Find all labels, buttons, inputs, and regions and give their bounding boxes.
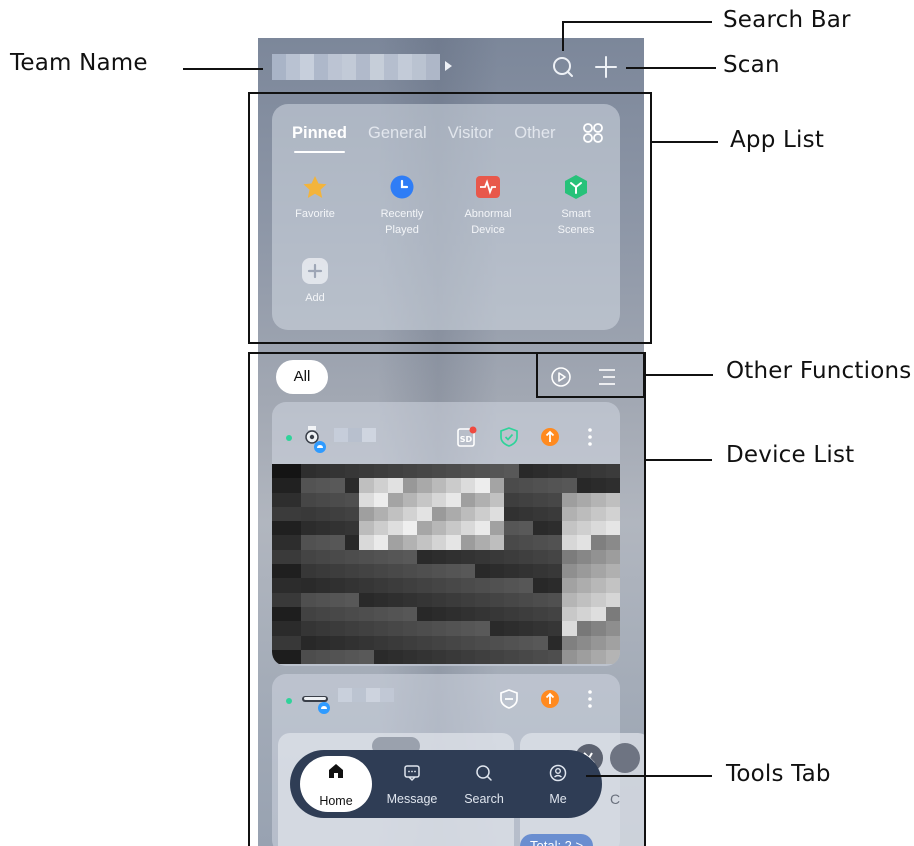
annotation-tools-tab: Tools Tab [726,761,831,787]
team-name[interactable] [272,54,440,80]
annotation-other-functions: Other Functions [726,358,912,384]
annotation-search-bar: Search Bar [723,7,851,33]
leader-search-bar-drop [562,21,564,51]
annotation-scan: Scan [723,52,780,78]
device-list-highlight [248,352,646,846]
leader-app-list [652,141,718,143]
leader-search-bar [562,21,712,23]
leader-scan [626,67,716,69]
leader-other-functions [645,374,713,376]
annotation-app-list: App List [730,127,825,153]
search-icon[interactable] [550,54,576,80]
leader-device-list [646,459,712,461]
leader-team-name [183,68,263,70]
annotation-device-list: Device List [726,442,855,468]
leader-tools-tab [586,775,712,777]
scan-plus-icon[interactable] [593,54,619,80]
app-list-highlight [248,92,652,344]
team-switch-arrow-icon[interactable] [445,61,452,71]
annotation-team-name: Team Name [10,50,148,76]
